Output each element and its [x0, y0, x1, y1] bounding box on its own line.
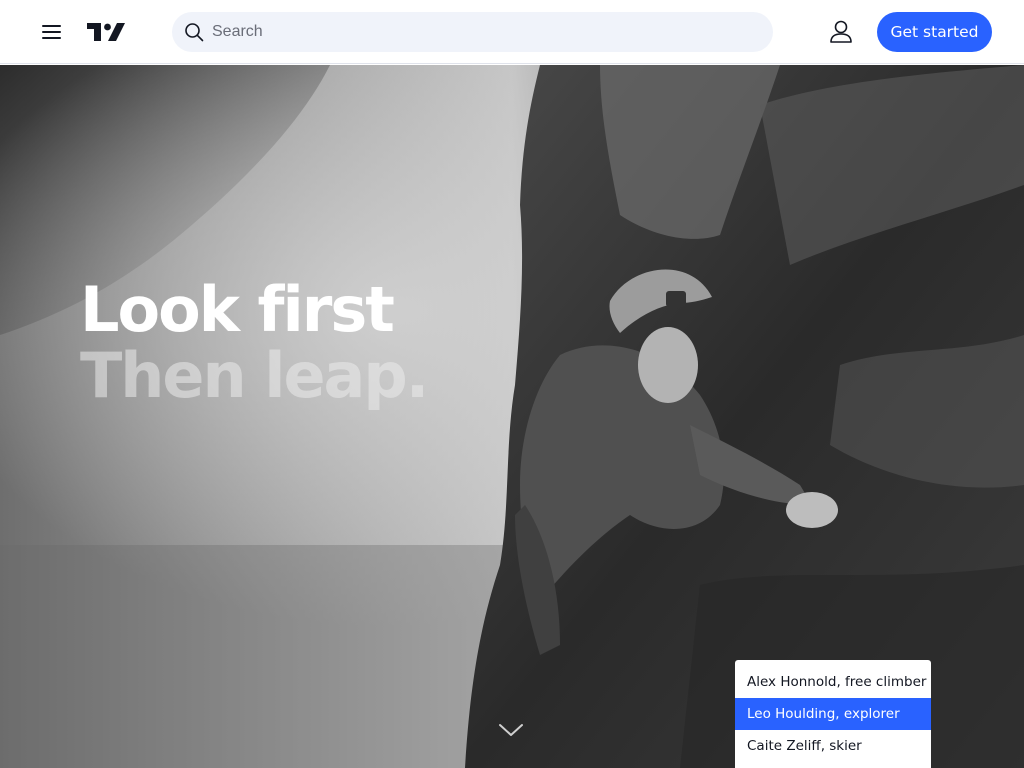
credit-item[interactable]: Alex Honnold, free climber: [735, 666, 931, 698]
tradingview-logo-icon[interactable]: [87, 20, 125, 44]
hero-headline: Look first Then leap.: [80, 273, 429, 412]
credit-item-selected[interactable]: Leo Houlding, explorer: [735, 698, 931, 730]
user-icon[interactable]: [826, 17, 856, 47]
credit-item[interactable]: Caite Zeliff, skier: [735, 730, 931, 762]
search-icon: [185, 23, 204, 42]
hamburger-menu-icon[interactable]: [38, 18, 66, 46]
search-bar[interactable]: [172, 12, 773, 52]
site-header: Get started: [0, 0, 1024, 64]
get-started-button[interactable]: Get started: [877, 12, 992, 52]
headline-line-1: Look first: [80, 273, 395, 346]
search-input[interactable]: [212, 12, 752, 52]
headline-line-2: Then leap.: [80, 339, 429, 412]
chevron-down-icon[interactable]: [498, 722, 524, 738]
photo-credits-list: Alex Honnold, free climber Leo Houlding,…: [735, 660, 931, 768]
